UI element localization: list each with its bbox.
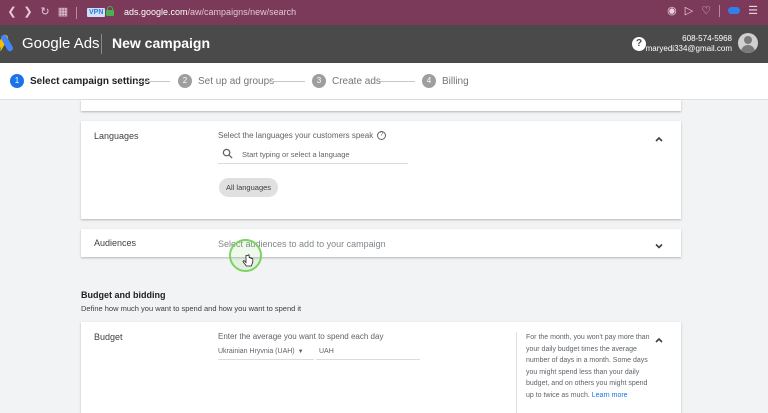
vpn-badge[interactable]: VPN [87, 8, 106, 17]
section-title: Budget and bidding [81, 290, 166, 300]
language-search [218, 146, 408, 164]
all-languages-chip[interactable]: All languages [219, 178, 279, 197]
step-number: 1 [10, 74, 24, 88]
lock-icon[interactable] [106, 6, 114, 16]
header-divider [101, 34, 102, 54]
languages-prompt-text: Select the languages your customers spea… [218, 131, 374, 140]
step-set-up-ad-groups[interactable]: 2 Set up ad groups [178, 74, 274, 88]
google-ads-logo-icon[interactable] [0, 33, 15, 53]
language-search-input[interactable] [242, 148, 402, 160]
url-path: /aw/campaigns/new/search [187, 7, 297, 17]
account-email: maryedi334@gmail.com [645, 44, 732, 53]
languages-label: Languages [94, 131, 139, 141]
heart-icon[interactable]: ♡ [701, 4, 711, 17]
speed-dial-icon[interactable]: ▦ [55, 5, 71, 18]
budget-card: Budget Enter the average you want to spe… [81, 322, 681, 413]
send-icon[interactable]: ▷ [685, 4, 693, 17]
url-host: ads.google.com [124, 7, 188, 17]
step-label: Set up ad groups [198, 75, 275, 87]
page-title: New campaign [112, 35, 211, 51]
budget-amount-input[interactable]: UAH [316, 346, 420, 360]
step-billing[interactable]: 4 Billing [422, 74, 469, 88]
budget-help-body: For the month, you won't pay more than y… [526, 334, 650, 399]
account-phone: 608-574-5968 [682, 34, 732, 43]
campaign-stepper: 1 Select campaign settings 2 Set up ad g… [0, 63, 768, 100]
currency-select[interactable]: Ukrainian Hryvnia (UAH) ▼ [218, 346, 314, 360]
brand-name[interactable]: Google Ads [22, 35, 100, 52]
camera-icon[interactable]: ◉ [667, 4, 677, 17]
step-label: Billing [442, 75, 469, 87]
learn-more-link[interactable]: Learn more [592, 392, 628, 399]
budget-prompt: Enter the average you want to spend each… [218, 332, 384, 341]
step-number: 2 [178, 74, 192, 88]
toolbar-divider [76, 7, 77, 19]
avatar[interactable] [738, 33, 758, 53]
back-icon[interactable]: ❮ [4, 5, 20, 18]
budget-label: Budget [94, 332, 123, 342]
search-icon [222, 148, 233, 159]
extensions-icon[interactable]: ☰ [748, 4, 758, 17]
step-number: 3 [312, 74, 326, 88]
toolbar-divider [719, 4, 721, 17]
app-header: Google Ads New campaign ? 608-574-5968 m… [0, 25, 768, 63]
audiences-label: Audiences [94, 238, 137, 248]
section-subtitle: Define how much you want to spend and ho… [81, 304, 302, 313]
help-icon[interactable]: ? [377, 131, 387, 141]
amount-prefix: UAH [319, 348, 334, 355]
previous-setting-card [81, 100, 681, 111]
languages-card: Languages Select the languages your cust… [81, 121, 681, 219]
step-connector [268, 81, 305, 82]
step-create-ads[interactable]: 3 Create ads [312, 74, 381, 88]
browser-toolbar: ❮ ❯ ↻ ▦ VPN ads.google.com/aw/campaigns/… [0, 0, 768, 25]
step-connector [136, 81, 170, 82]
account-info[interactable]: 608-574-5968 maryedi334@gmail.com [646, 34, 732, 54]
chevron-up-icon[interactable] [654, 332, 664, 343]
help-icon[interactable]: ? [632, 37, 646, 51]
budget-divider [516, 332, 517, 413]
chevron-down-icon[interactable] [654, 238, 664, 249]
toggle-switch[interactable] [728, 7, 741, 14]
currency-value: Ukrainian Hryvnia (UAH) [218, 348, 295, 355]
audiences-card[interactable]: Audiences Select audiences to add to you… [81, 229, 681, 257]
step-label: Create ads [332, 75, 381, 87]
forward-icon[interactable]: ❯ [20, 5, 36, 18]
budget-help-text: For the month, you won't pay more than y… [526, 332, 650, 401]
hand-cursor-icon [242, 254, 254, 267]
browser-right-icons: ◉ ▷ ♡ ☰ [667, 4, 758, 17]
step-number: 4 [422, 74, 436, 88]
chevron-up-icon[interactable] [654, 131, 664, 142]
address-bar[interactable]: ads.google.com/aw/campaigns/new/search [124, 7, 296, 17]
step-connector [380, 81, 415, 82]
languages-prompt: Select the languages your customers spea… [218, 131, 387, 141]
step-label: Select campaign settings [30, 75, 151, 87]
reload-icon[interactable]: ↻ [37, 5, 53, 18]
dropdown-caret-icon: ▼ [297, 349, 304, 355]
step-select-campaign-settings[interactable]: 1 Select campaign settings [10, 74, 150, 88]
